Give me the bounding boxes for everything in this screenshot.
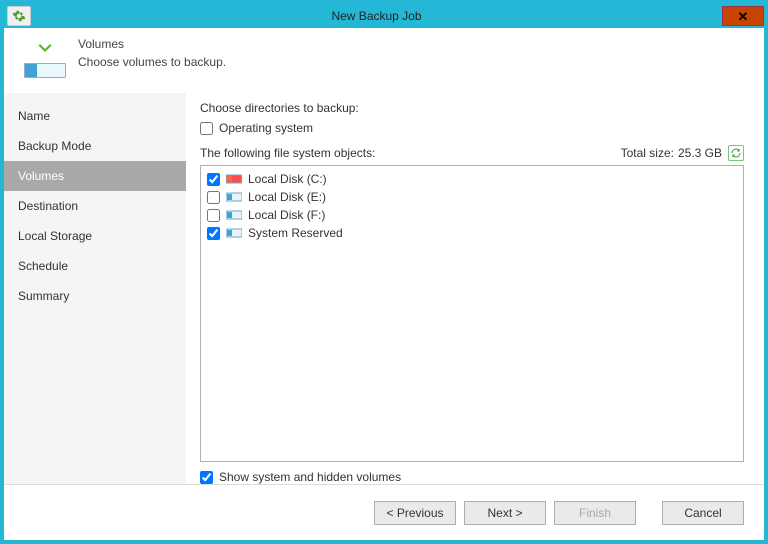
header-icon xyxy=(22,36,68,78)
show-hidden-label: Show system and hidden volumes xyxy=(219,470,401,484)
disk-icon xyxy=(24,63,66,78)
show-hidden-row[interactable]: Show system and hidden volumes xyxy=(200,470,744,484)
volume-label: Local Disk (E:) xyxy=(248,190,326,204)
choose-label: Choose directories to backup: xyxy=(200,101,744,115)
disk-icon xyxy=(226,173,242,185)
total-size-label: Total size: xyxy=(621,146,674,160)
volume-label: Local Disk (F:) xyxy=(248,208,325,222)
volume-row[interactable]: Local Disk (F:) xyxy=(207,206,737,224)
refresh-button[interactable] xyxy=(728,145,744,161)
dialog-window: New Backup Job ✕ Volumes Choose volumes … xyxy=(0,0,768,544)
os-checkbox-label: Operating system xyxy=(219,121,313,135)
close-icon: ✕ xyxy=(738,10,749,23)
disk-icon xyxy=(226,191,242,203)
previous-button[interactable]: < Previous xyxy=(374,501,456,525)
step-backup-mode[interactable]: Backup Mode xyxy=(4,131,186,161)
title-bar: New Backup Job ✕ xyxy=(4,4,764,28)
disk-icon xyxy=(226,227,242,239)
download-arrow-icon xyxy=(29,36,61,60)
step-destination[interactable]: Destination xyxy=(4,191,186,221)
show-hidden-checkbox[interactable] xyxy=(200,471,213,484)
volume-row[interactable]: Local Disk (C:) xyxy=(207,170,737,188)
gear-icon xyxy=(7,6,31,26)
close-button[interactable]: ✕ xyxy=(722,6,764,26)
header-title: Volumes xyxy=(78,37,226,51)
list-label: The following file system objects: xyxy=(200,146,621,160)
refresh-icon xyxy=(730,147,742,159)
header-subtitle: Choose volumes to backup. xyxy=(78,55,226,69)
next-button[interactable]: Next > xyxy=(464,501,546,525)
step-local-storage[interactable]: Local Storage xyxy=(4,221,186,251)
wizard-header: Volumes Choose volumes to backup. xyxy=(4,28,764,93)
finish-button: Finish xyxy=(554,501,636,525)
main-pane: Choose directories to backup: Operating … xyxy=(186,93,764,484)
step-schedule[interactable]: Schedule xyxy=(4,251,186,281)
volume-row[interactable]: Local Disk (E:) xyxy=(207,188,737,206)
volume-list[interactable]: Local Disk (C:) Local Disk (E:) Local Disk… xyxy=(200,165,744,462)
cancel-button[interactable]: Cancel xyxy=(662,501,744,525)
volume-checkbox[interactable] xyxy=(207,191,220,204)
os-checkbox-row[interactable]: Operating system xyxy=(200,121,744,135)
wizard-body: NameBackup ModeVolumesDestinationLocal S… xyxy=(4,93,764,484)
volume-label: System Reserved xyxy=(248,226,343,240)
wizard-footer: < Previous Next > Finish Cancel xyxy=(4,484,764,540)
disk-icon xyxy=(226,209,242,221)
volume-checkbox[interactable] xyxy=(207,209,220,222)
window-title: New Backup Job xyxy=(31,9,722,23)
total-size-value: 25.3 GB xyxy=(678,146,722,160)
step-name[interactable]: Name xyxy=(4,101,186,131)
steps-sidebar: NameBackup ModeVolumesDestinationLocal S… xyxy=(4,93,186,484)
list-header-row: The following file system objects: Total… xyxy=(200,145,744,161)
volume-checkbox[interactable] xyxy=(207,227,220,240)
step-volumes[interactable]: Volumes xyxy=(4,161,186,191)
volume-checkbox[interactable] xyxy=(207,173,220,186)
volume-label: Local Disk (C:) xyxy=(248,172,327,186)
step-summary[interactable]: Summary xyxy=(4,281,186,311)
os-checkbox[interactable] xyxy=(200,122,213,135)
volume-row[interactable]: System Reserved xyxy=(207,224,737,242)
